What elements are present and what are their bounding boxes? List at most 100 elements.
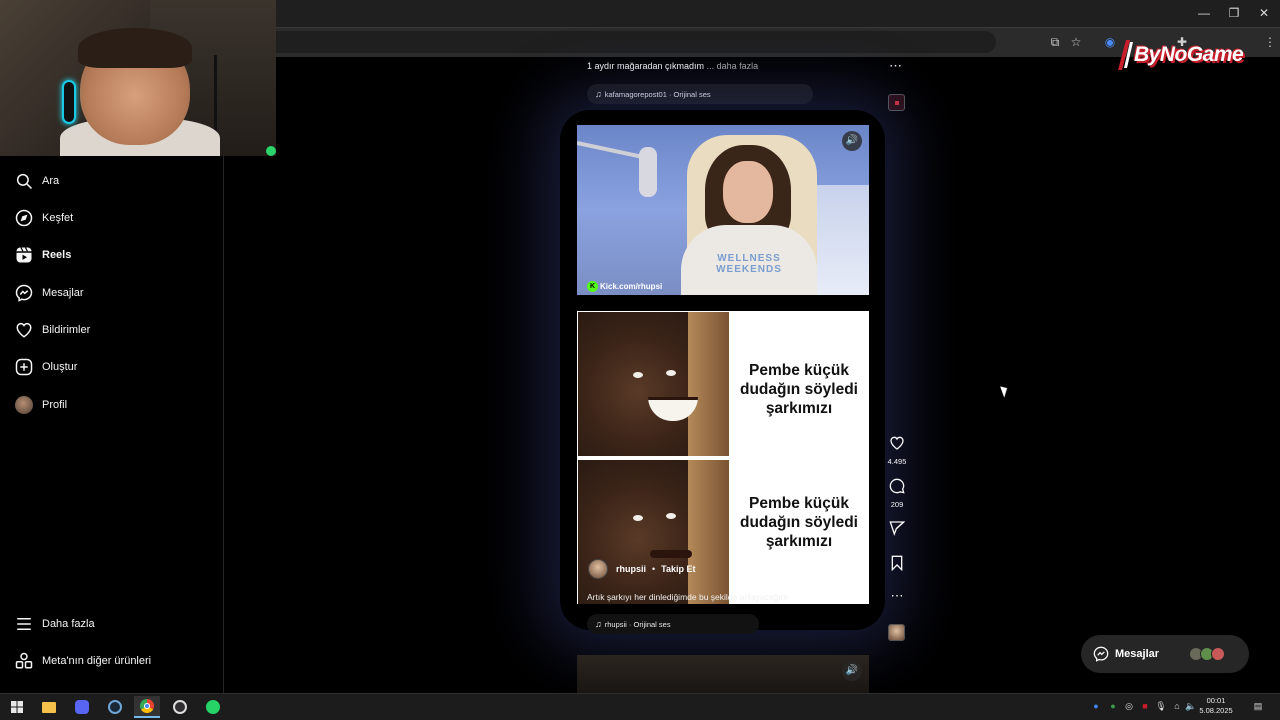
microphone-icon[interactable]: 🎙 <box>1155 700 1167 712</box>
notification-center-icon[interactable]: ▤ <box>1252 700 1264 712</box>
video-streamer-face <box>723 161 773 223</box>
file-explorer-icon[interactable] <box>36 696 62 718</box>
prev-reel-caption-row: 1 aydır mağaradan çıkmadım ... daha fazl… <box>587 61 758 71</box>
kick-logo-icon: K <box>587 281 598 292</box>
sidebar-item-notifications[interactable]: Bildirimler <box>0 312 220 348</box>
author-username[interactable]: rhupsii <box>616 564 646 574</box>
comment-icon <box>889 478 905 494</box>
status-dot <box>266 146 276 156</box>
close-button[interactable]: ✕ <box>1254 5 1274 21</box>
prev-reel-caption: 1 aydır mağaradan çıkmadım <box>587 61 705 71</box>
meme-eye <box>666 370 676 376</box>
minimize-button[interactable]: — <box>1194 5 1214 21</box>
volume-button[interactable]: 🔊 <box>842 131 862 151</box>
restore-button[interactable]: ❐ <box>1224 5 1244 21</box>
prev-reel-more-link[interactable]: ... daha fazla <box>707 61 759 71</box>
prev-reel-audio-thumbnail[interactable] <box>888 94 905 111</box>
sidebar-item-label: Daha fazla <box>42 618 95 630</box>
bynogame-logo: ByNoGame <box>1112 38 1270 72</box>
prev-reel-more-options-icon[interactable]: ⋯ <box>889 58 902 74</box>
tray-chrome-icon[interactable]: ● <box>1090 700 1102 712</box>
reels-icon <box>16 247 32 263</box>
prev-reel-audio-pill[interactable]: ♫ kafamagorepost01 · Orijinal ses <box>587 84 813 104</box>
search-icon <box>16 173 33 190</box>
bookmark-icon <box>891 555 903 572</box>
install-app-icon[interactable]: ⧉ <box>1047 34 1063 50</box>
meme-background-top <box>688 312 729 456</box>
messenger-icon <box>1093 646 1109 662</box>
sidebar-item-label: Profil <box>42 399 68 411</box>
reel-audio-thumbnail[interactable] <box>888 624 905 641</box>
network-icon[interactable]: ⌂ <box>1171 700 1183 712</box>
reel-author-row: rhupsii • Takip Et <box>588 559 696 579</box>
whatsapp-icon[interactable] <box>200 696 226 718</box>
discord-icon[interactable] <box>69 696 95 718</box>
volume-button[interactable]: 🔊 <box>842 661 862 681</box>
streamer-headset <box>62 80 76 124</box>
video-shirt-text: WELLNESS WEEKENDS <box>716 253 782 275</box>
follow-button[interactable]: Takip Et <box>661 564 695 574</box>
meme-eye <box>633 515 643 521</box>
reel-caption[interactable]: Artık şarkıyı her dinlediğimde bu şekild… <box>587 592 788 602</box>
meme-caption-bottom: Pembe küçük dudağın söyledi şarkımızı <box>740 495 858 550</box>
more-options-icon[interactable]: ⋯ <box>884 588 910 604</box>
bynogame-logo-text: ByNoGame <box>1134 43 1244 66</box>
sidebar-item-search[interactable]: Ara <box>0 163 220 199</box>
video-microphone <box>639 147 657 197</box>
like-button[interactable]: 4.495 <box>884 435 910 466</box>
tray-obs-icon[interactable]: ◎ <box>1123 700 1135 712</box>
reel-audio-pill[interactable]: ♫ rhupsii · Orijinal ses <box>587 614 759 634</box>
mouse-cursor <box>1000 384 1010 398</box>
bookmark-star-icon[interactable]: ☆ <box>1068 34 1084 50</box>
steam-icon[interactable] <box>102 696 128 718</box>
streamer-hair <box>78 28 192 68</box>
sidebar-item-label: Keşfet <box>42 212 74 224</box>
tray-app-icon[interactable]: ● <box>1107 700 1119 712</box>
comment-button[interactable]: 209 <box>884 478 910 509</box>
sidebar-item-messages[interactable]: Mesajlar <box>0 275 220 311</box>
share-button[interactable] <box>884 520 910 541</box>
menu-icon <box>17 618 31 630</box>
reel-audio-label: rhupsii · Orijinal ses <box>604 619 671 629</box>
meme-eye <box>633 372 643 378</box>
meme-caption-top: Pembe küçük dudağın söyledi şarkımızı <box>740 362 858 417</box>
tray-bynogame-icon[interactable]: ■ <box>1139 700 1151 712</box>
sidebar-item-explore[interactable]: Keşfet <box>0 200 220 236</box>
sidebar-item-reels[interactable]: Reels <box>0 237 220 273</box>
address-bar[interactable] <box>276 31 996 53</box>
chrome-icon[interactable] <box>134 696 160 718</box>
like-count: 4.495 <box>887 457 907 466</box>
sidebar-item-label: Ara <box>42 175 60 187</box>
taskbar-date: 5.08.2025 <box>1199 706 1233 715</box>
music-note-icon: ♫ <box>595 619 602 629</box>
sidebar-item-meta-products[interactable]: Meta'nın diğer ürünleri <box>0 643 220 679</box>
sidebar-item-profile[interactable]: Profil <box>0 387 220 423</box>
sidebar-item-more[interactable]: Daha fazla <box>0 606 220 642</box>
messages-pill[interactable]: Mesajlar <box>1081 635 1249 673</box>
sidebar-item-label: Bildirimler <box>42 324 91 336</box>
avatar <box>1211 647 1225 661</box>
obs-icon[interactable] <box>167 696 193 718</box>
heart-icon <box>890 436 904 450</box>
sidebar-item-label: Reels <box>42 249 72 261</box>
music-note-icon: ♫ <box>595 89 602 99</box>
plus-square-icon <box>15 358 33 376</box>
meme-neutral-mouth <box>650 550 692 558</box>
meme-face-bottom <box>578 460 729 604</box>
compass-icon <box>15 209 33 227</box>
meme-background-bottom <box>688 460 729 604</box>
author-avatar[interactable] <box>588 559 608 579</box>
taskbar-clock[interactable]: 00:01 5.08.2025 <box>1196 696 1236 716</box>
save-button[interactable] <box>884 555 910 576</box>
reel-video-stream-clip[interactable]: WELLNESS WEEKENDS K Kick.com/rhupsi 🔊 <box>577 125 869 295</box>
sidebar-item-label: Oluştur <box>42 361 78 373</box>
comment-count: 209 <box>890 500 904 509</box>
next-reel-preview[interactable]: 🔊 <box>577 655 869 693</box>
send-icon <box>889 521 906 536</box>
kick-watermark: K Kick.com/rhupsi <box>587 281 662 292</box>
sidebar-item-label: Meta'nın diğer ürünleri <box>42 655 152 667</box>
windows-start-icon[interactable] <box>4 696 30 718</box>
taskbar-time: 00:01 <box>1206 696 1226 705</box>
sidebar-item-create[interactable]: Oluştur <box>0 349 220 385</box>
kick-watermark-text: Kick.com/rhupsi <box>600 282 663 291</box>
